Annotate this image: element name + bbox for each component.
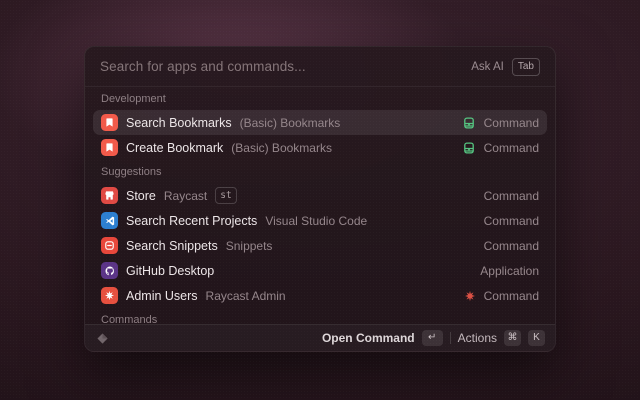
item-type-label: Command: [484, 214, 539, 228]
footer-actions: Open Command ↵ Actions ⌘ K: [322, 330, 545, 346]
list-item[interactable]: Store Raycast st Command: [93, 183, 547, 208]
item-title: Store: [126, 189, 156, 203]
search-input[interactable]: Search for apps and commands...: [100, 59, 463, 74]
ask-ai-label[interactable]: Ask AI: [471, 61, 504, 73]
item-subtitle: Snippets: [226, 239, 273, 253]
item-type-label: Command: [484, 189, 539, 203]
k-key-badge: K: [528, 330, 545, 346]
item-type-label: Command: [484, 289, 539, 303]
footer-divider: [450, 332, 451, 344]
book-icon: [462, 116, 476, 130]
raycast-window: Search for apps and commands... Ask AI T…: [84, 46, 556, 352]
item-title: Search Recent Projects: [126, 214, 257, 228]
item-subtitle: (Basic) Bookmarks: [231, 141, 332, 155]
item-subtitle: (Basic) Bookmarks: [240, 116, 341, 130]
item-alias-badge: st: [215, 187, 236, 204]
search-bar[interactable]: Search for apps and commands... Ask AI T…: [85, 47, 555, 87]
store-icon: [101, 187, 118, 204]
actions-label[interactable]: Actions: [458, 331, 497, 345]
item-title: Create Bookmark: [126, 141, 223, 155]
list-item[interactable]: Create Bookmark (Basic) Bookmarks Command: [93, 135, 547, 160]
item-title: Search Snippets: [126, 239, 218, 253]
footer: Open Command ↵ Actions ⌘ K: [85, 324, 555, 351]
admin-badge-icon: [464, 290, 476, 302]
item-subtitle: Raycast: [164, 189, 207, 203]
list-item[interactable]: Search Snippets Snippets Command: [93, 233, 547, 258]
snippets-icon: [101, 237, 118, 254]
item-type-label: Command: [484, 116, 539, 130]
raycast-logo-icon: [95, 331, 110, 346]
open-command-label[interactable]: Open Command: [322, 331, 415, 345]
section-header-suggestions: Suggestions: [93, 160, 547, 183]
list-item[interactable]: Search Recent Projects Visual Studio Code…: [93, 208, 547, 233]
item-type-label: Command: [484, 141, 539, 155]
item-type-label: Command: [484, 239, 539, 253]
results-list: Development Search Bookmarks (Basic) Bookm…: [85, 87, 555, 324]
item-title: GitHub Desktop: [126, 264, 214, 278]
item-subtitle: Raycast Admin: [206, 289, 286, 303]
cmd-key-badge: ⌘: [504, 330, 521, 346]
item-title: Search Bookmarks: [126, 116, 232, 130]
enter-key-badge: ↵: [422, 330, 443, 346]
admin-icon: [101, 287, 118, 304]
bookmarks-icon: [101, 114, 118, 131]
desktop-background: Search for apps and commands... Ask AI T…: [0, 0, 640, 400]
item-subtitle: Visual Studio Code: [265, 214, 367, 228]
item-title: Admin Users: [126, 289, 198, 303]
section-header-commands: Commands: [93, 308, 547, 324]
list-item[interactable]: GitHub Desktop Application: [93, 258, 547, 283]
bookmarks-icon: [101, 139, 118, 156]
list-item[interactable]: Search Bookmarks (Basic) Bookmarks Command: [93, 110, 547, 135]
github-desktop-icon: [101, 262, 118, 279]
vscode-icon: [101, 212, 118, 229]
item-type-label: Application: [480, 264, 539, 278]
tab-key-badge: Tab: [512, 58, 540, 76]
book-icon: [462, 141, 476, 155]
section-header-development: Development: [93, 87, 547, 110]
list-item[interactable]: Admin Users Raycast Admin Command: [93, 283, 547, 308]
